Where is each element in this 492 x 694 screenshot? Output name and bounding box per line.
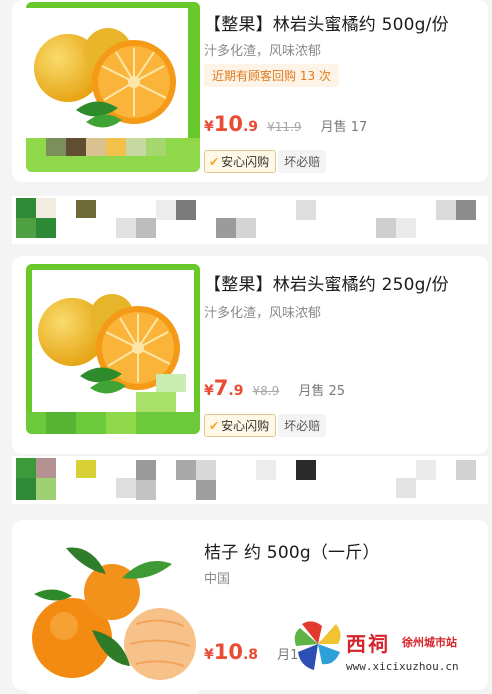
check-icon: ✔ [209,155,220,169]
product-subtitle: 汁多化渣，风味浓郁 [204,44,322,59]
watermark-name: 西祠 [346,632,390,656]
xici-watermark: 西祠 徐州城市站 www.xicixuzhou.cn [292,618,492,679]
product-origin: 中国 [204,572,231,587]
pixelated-region [12,196,488,244]
current-price: ¥10.9 [204,112,259,136]
watermark-url: www.xicixuzhou.cn [346,660,459,673]
price-row: ¥10.8 月1 [204,640,298,664]
product-image-1[interactable] [26,2,200,172]
product-card-1[interactable]: 【整果】林岩头蜜橘约 500g/份 汁多化渣，风味浓郁 近期有顾客回购 13 次… [12,0,488,182]
price-row: ¥7.9 ¥8.9 月售 25 [204,376,345,400]
product-title[interactable]: 【整果】林岩头蜜橘约 250g/份 [204,270,449,295]
monthly-sales: 月售 17 [320,120,368,135]
mandarin-photo [26,534,200,694]
repurchase-tag: 近期有顾客回购 13 次 [204,64,339,87]
product-subtitle: 汁多化渣，风味浓郁 [204,306,322,321]
product-title[interactable]: 【整果】林岩头蜜橘约 500g/份 [204,10,449,35]
product-image-2[interactable] [26,264,200,434]
safe-flash-badge: ✔ 安心闪购 [204,150,277,173]
original-price: ¥11.9 [267,120,302,134]
product-title[interactable]: 桔子 约 500g（一斤） [204,538,380,563]
safe-flash-badge: ✔ 安心闪购 [204,414,277,437]
pixelated-region [12,456,488,504]
refund-badge: 坏必赔 [278,414,327,437]
product-image-3[interactable] [26,534,200,694]
check-icon: ✔ [209,419,220,433]
price-row: ¥10.9 ¥11.9 月售 17 [204,112,367,136]
guarantee-badges: ✔ 安心闪购 坏必赔 [204,150,327,173]
tangerine-photo [26,2,200,172]
refund-badge: 坏必赔 [278,150,327,173]
current-price: ¥7.9 [204,376,244,400]
tangerine-photo [26,264,200,434]
monthly-sales: 月售 25 [298,384,346,399]
guarantee-badges: ✔ 安心闪购 坏必赔 [204,414,327,437]
watermark-site: 徐州城市站 [402,636,457,649]
xici-logo-icon [294,621,341,670]
product-card-2[interactable]: 【整果】林岩头蜜橘约 250g/份 汁多化渣，风味浓郁 ¥7.9 ¥8.9 月售… [12,256,488,454]
current-price: ¥10.8 [204,640,259,664]
original-price: ¥8.9 [252,384,280,398]
